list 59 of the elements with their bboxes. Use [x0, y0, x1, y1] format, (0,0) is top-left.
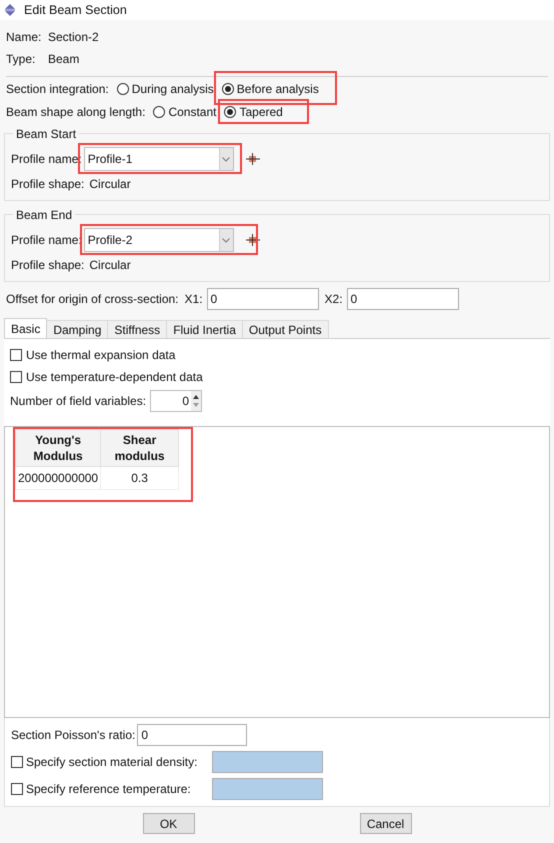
checkbox-label[interactable]: Specify reference temperature: — [26, 780, 209, 798]
field-label: Section Poisson's ratio: — [11, 727, 136, 744]
field-label: Section integration: — [6, 80, 109, 98]
window-title: Edit Beam Section — [24, 2, 127, 19]
dialog-button[interactable]: Cancel — [360, 813, 412, 834]
checkbox[interactable] — [11, 756, 23, 768]
radio-button[interactable] — [222, 82, 234, 94]
field-value: Section-2 — [48, 29, 99, 46]
profile-icon[interactable] — [246, 153, 260, 165]
field-label: Beam shape along length: — [6, 104, 146, 120]
radio-button[interactable] — [116, 82, 129, 94]
field-value: Beam — [48, 51, 80, 68]
column-header: Young's Modulus — [16, 430, 101, 466]
radio-label[interactable]: Tapered — [239, 102, 283, 120]
checkbox[interactable] — [10, 349, 22, 361]
radio-label[interactable]: Constant — [168, 102, 216, 120]
checkbox-label[interactable]: Use temperature-dependent data — [26, 368, 203, 386]
checkbox-label[interactable]: Use thermal expansion data — [26, 346, 176, 364]
radio-button[interactable] — [153, 106, 166, 118]
checkbox-label[interactable]: Specify section material density: — [26, 752, 209, 770]
caret-icon — [222, 156, 230, 162]
checkbox[interactable] — [10, 371, 22, 383]
x2-field[interactable]: 0 — [346, 288, 459, 310]
field-label: Profile shape: — [11, 257, 84, 274]
tab[interactable]: Fluid Inertia — [167, 320, 243, 338]
radio-label[interactable]: During analysis — [132, 80, 214, 98]
dialog-button[interactable]: OK — [142, 813, 194, 834]
x1-field[interactable]: 0 — [206, 288, 319, 310]
spinner-value: 0 — [181, 393, 190, 410]
field-label: X1: — [184, 291, 203, 308]
field-label: Offset for origin of cross-section: — [6, 291, 179, 308]
app-icon — [4, 4, 16, 16]
profile-dropdown[interactable]: Profile-1 — [84, 147, 234, 171]
caret-icon — [222, 238, 230, 242]
tab[interactable]: Damping — [47, 320, 108, 338]
profile-icon[interactable] — [246, 234, 260, 246]
field-label: Name: — [6, 29, 42, 46]
checkbox[interactable] — [11, 782, 23, 794]
radio-label[interactable]: Before analysis — [236, 80, 319, 98]
tab[interactable]: Basic — [4, 318, 48, 338]
field-label: Profile shape: — [11, 176, 84, 193]
profile-dropdown[interactable]: Profile-2 — [84, 228, 234, 252]
field-value: Circular — [89, 176, 131, 193]
poisson-field[interactable]: 0 — [137, 724, 248, 746]
field-label: Profile name: — [11, 232, 82, 249]
field-value: Circular — [89, 257, 131, 274]
tab[interactable]: Output Points — [242, 320, 329, 338]
tab[interactable]: Stiffness — [108, 320, 168, 338]
table-cell[interactable]: 0.3 — [100, 466, 179, 490]
field-label: X2: — [324, 291, 343, 308]
dropdown-value: Profile-1 — [88, 151, 134, 168]
dropdown-value: Profile-2 — [88, 232, 134, 249]
number-spinner[interactable]: 0 — [150, 390, 202, 412]
spin-arrows-icon[interactable] — [191, 391, 202, 411]
column-header: Shear modulus — [100, 430, 179, 466]
field-label: Number of field variables: — [10, 393, 146, 410]
radio-button[interactable] — [224, 106, 236, 118]
table-cell[interactable]: 200000000000 — [16, 466, 101, 490]
field-label: Type: — [6, 51, 36, 68]
